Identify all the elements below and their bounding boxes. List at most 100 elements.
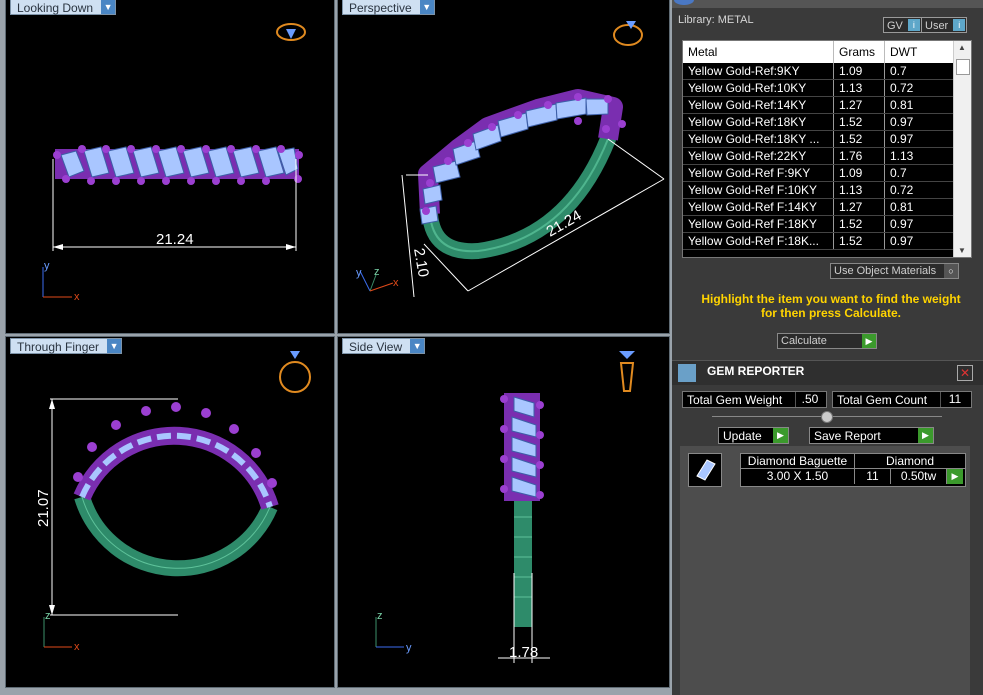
table-row[interactable]: Yellow Gold-Ref:22KY 1.76 1.13 (683, 147, 970, 165)
col-metal[interactable]: Metal (683, 41, 834, 63)
through-finger-canvas: 21.07 z x (35, 351, 311, 653)
gem-size: 3.00 X 1.50 (741, 469, 855, 484)
chevron-down-icon[interactable]: ▼ (419, 0, 434, 14)
metal-cell: Yellow Gold-Ref F:14KY (683, 198, 834, 216)
table-row[interactable]: Yellow Gold-Ref:18KY 1.52 0.97 (683, 113, 970, 131)
gem-reporter-header: GEM REPORTER ✕ (672, 360, 983, 385)
panel-top-strip (672, 0, 983, 8)
perspective-canvas: 21.24 2.10 y z x (356, 21, 665, 298)
metal-cell: Yellow Gold-Ref F:18K... (683, 232, 834, 250)
gem-count: 11 (855, 469, 891, 484)
through-finger-dimension: 21.07 (35, 489, 52, 527)
save-report-button[interactable]: Save Report ▶ (809, 427, 934, 444)
gv-toggle[interactable]: GV i (883, 17, 922, 33)
tab-through-finger[interactable]: Through Finger ▼ (10, 338, 123, 354)
play-icon: ▶ (773, 428, 788, 443)
user-toggle[interactable]: User i (921, 17, 968, 33)
grams-cell: 1.52 (833, 130, 885, 148)
viewport-looking-down[interactable]: 21.24 y x Looking Down ▼ (5, 0, 335, 334)
table-row[interactable]: Yellow Gold-Ref:14KY 1.27 0.81 (683, 96, 970, 114)
gem-reporter-title: GEM REPORTER (707, 364, 805, 378)
orientation-side-icon (619, 362, 635, 392)
play-icon: ▶ (862, 334, 876, 348)
grams-cell: 1.27 (833, 96, 885, 114)
gem-list: Diamond Baguette Diamond 3.00 X 1.50 11 … (680, 446, 970, 695)
scroll-up-icon[interactable]: ▲ (958, 43, 966, 52)
library-title: Library: METAL (678, 14, 754, 26)
info-icon: i (953, 19, 966, 31)
axis-y-label: y (44, 260, 50, 272)
table-scrollbar[interactable]: ▲ ▼ (953, 41, 971, 257)
tab-label: Looking Down (17, 1, 94, 15)
table-row[interactable]: Yellow Gold-Ref F:9KY 1.09 0.7 (683, 164, 970, 182)
total-gem-count-label: Total Gem Count (837, 393, 928, 407)
info-icon: i (907, 19, 920, 31)
axis-y-label: y (356, 267, 362, 279)
axis-x-label: x (393, 277, 399, 289)
axis-x-label: x (74, 291, 80, 303)
axis-z-label: z (374, 266, 380, 278)
chevron-down-icon[interactable]: ▼ (101, 0, 116, 14)
gem-weight: 0.50tw (891, 469, 947, 484)
use-object-materials-label: Use Object Materials (834, 265, 937, 277)
close-icon[interactable]: ✕ (957, 365, 973, 381)
table-row[interactable]: Yellow Gold-Ref:10KY 1.13 0.72 (683, 79, 970, 97)
metal-cell: Yellow Gold-Ref F:9KY (683, 164, 834, 182)
gem-reporter-icon (678, 364, 696, 382)
metal-cell: Yellow Gold-Ref F:18KY (683, 215, 834, 233)
calculate-button[interactable]: Calculate ▶ (777, 333, 877, 349)
metal-cell: Yellow Gold-Ref:10KY (683, 79, 834, 97)
table-row[interactable]: Yellow Gold-Ref F:18K... 1.52 0.97 (683, 232, 970, 250)
metal-cell: Yellow Gold-Ref:18KY ... (683, 130, 834, 148)
slider-thumb[interactable] (821, 411, 833, 423)
table-row[interactable]: Yellow Gold-Ref F:10KY 1.13 0.72 (683, 181, 970, 199)
play-icon[interactable]: ▶ (947, 469, 963, 484)
scroll-down-icon[interactable]: ▼ (958, 246, 966, 255)
axis-z-label: z (377, 610, 383, 622)
play-icon: ▶ (918, 428, 933, 443)
side-view-dimension: 1.78 (509, 644, 538, 661)
tab-perspective[interactable]: Perspective ▼ (342, 0, 435, 15)
tab-label: Side View (349, 340, 403, 354)
metal-cell: Yellow Gold-Ref F:10KY (683, 181, 834, 199)
chevron-down-icon[interactable]: ▼ (107, 339, 122, 353)
chevron-down-icon[interactable]: ▼ (410, 339, 425, 353)
table-row[interactable]: Yellow Gold-Ref:18KY ... 1.52 0.97 (683, 130, 970, 148)
grams-cell: 1.76 (833, 147, 885, 165)
grams-cell: 1.09 (833, 63, 885, 80)
toggle-icon: ○ (944, 264, 958, 278)
grams-cell: 1.52 (833, 113, 885, 131)
table-row[interactable]: Yellow Gold-Ref F:18KY 1.52 0.97 (683, 215, 970, 233)
axis-y-label: y (406, 642, 412, 654)
viewport-side-view[interactable]: 1.78 z y Side View ▼ (337, 336, 670, 688)
perspective-dimension-short: 2.10 (410, 247, 432, 279)
metal-table[interactable]: Metal Grams DWT Yellow Gold-Ref:9KY 1.09 0… (682, 40, 972, 258)
update-label: Update (723, 429, 762, 443)
gem-material: Diamond (855, 454, 965, 469)
tab-label: Perspective (349, 1, 412, 15)
total-gem-count-value: 11 (940, 392, 969, 407)
save-report-label: Save Report (814, 429, 881, 443)
tab-side-view[interactable]: Side View ▼ (342, 338, 426, 354)
grams-cell: 1.13 (833, 79, 885, 97)
axis-x-label: x (74, 641, 80, 653)
table-header: Metal Grams DWT (683, 41, 970, 63)
looking-down-canvas: 21.24 y x (42, 23, 306, 303)
metal-cell: Yellow Gold-Ref:9KY (683, 63, 834, 80)
viewport-through-finger[interactable]: 21.07 z x Through Finger ▼ (5, 336, 335, 688)
tab-looking-down[interactable]: Looking Down ▼ (10, 0, 117, 15)
viewport-perspective[interactable]: 21.24 2.10 y z x Perspective ▼ (337, 0, 670, 334)
total-gem-weight-field: Total Gem Weight .50 (682, 391, 827, 408)
gem-row[interactable]: Diamond Baguette Diamond 3.00 X 1.50 11 … (740, 453, 966, 487)
grams-cell: 1.09 (833, 164, 885, 182)
gv-label: GV (887, 20, 903, 32)
table-row[interactable]: Yellow Gold-Ref F:14KY 1.27 0.81 (683, 198, 970, 216)
use-object-materials-button[interactable]: Use Object Materials ○ (830, 263, 959, 279)
total-gem-count-field: Total Gem Count 11 (832, 391, 972, 408)
col-grams[interactable]: Grams (833, 41, 885, 63)
table-row[interactable]: Yellow Gold-Ref:9KY 1.09 0.7 (683, 63, 970, 80)
update-button[interactable]: Update ▶ (718, 427, 789, 444)
scroll-thumb[interactable] (956, 59, 970, 75)
metal-cell: Yellow Gold-Ref:22KY (683, 147, 834, 165)
grams-cell: 1.27 (833, 198, 885, 216)
